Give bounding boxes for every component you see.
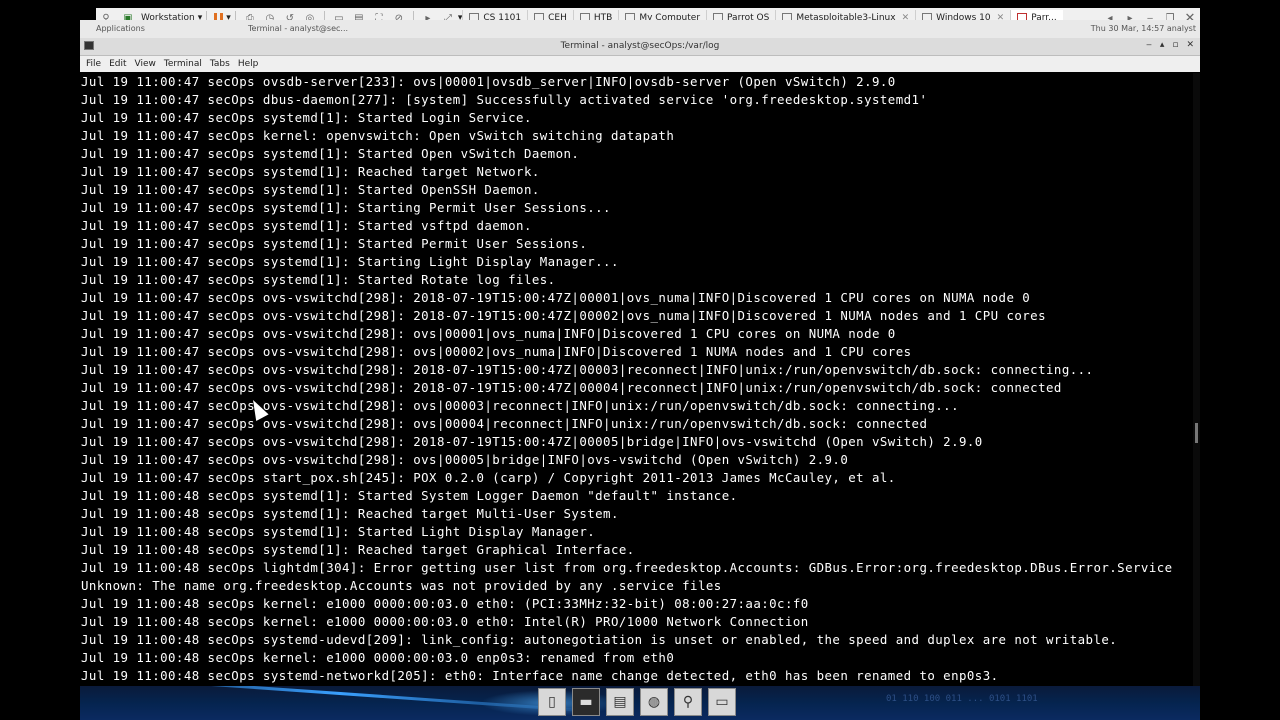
- log-line: Jul 19 11:00:47 secOps systemd[1]: Start…: [81, 182, 540, 197]
- files-icon[interactable]: ▤: [606, 688, 634, 716]
- scrollbar-thumb[interactable]: [1195, 423, 1198, 443]
- log-line: Jul 19 11:00:48 secOps systemd[1]: Start…: [81, 524, 596, 539]
- log-line: Jul 19 11:00:48 secOps systemd[1]: Reach…: [81, 542, 635, 557]
- menubar: File Edit View Terminal Tabs Help: [80, 56, 1200, 72]
- guest-taskbar: ▯ ▬ ▤ ◍ ⚲ ▭ 01 110 100 011 ... 0101 1101: [80, 686, 1200, 720]
- menu-tabs[interactable]: Tabs: [210, 59, 230, 69]
- menu-help[interactable]: Help: [238, 59, 259, 69]
- log-line: Jul 19 11:00:47 secOps start_pox.sh[245]…: [81, 470, 896, 485]
- log-line: Jul 19 11:00:47 secOps ovs-vswitchd[298]…: [81, 434, 983, 449]
- terminal-scrollbar[interactable]: [1193, 73, 1200, 686]
- log-line: Jul 19 11:00:47 secOps ovs-vswitchd[298]…: [81, 326, 896, 341]
- window-controls: ‒ ▴ ▫ ✕: [1146, 40, 1194, 50]
- log-line: Jul 19 11:00:48 secOps systemd-udevd[209…: [81, 632, 1118, 647]
- log-line: Jul 19 11:00:47 secOps ovs-vswitchd[298]…: [81, 416, 928, 431]
- applications-menu[interactable]: Applications: [96, 24, 145, 33]
- maximize-icon[interactable]: ▫: [1172, 40, 1178, 50]
- log-line: Jul 19 11:00:47 secOps ovs-vswitchd[298]…: [81, 380, 1062, 395]
- log-line: Jul 19 11:00:48 secOps kernel: e1000 000…: [81, 596, 809, 611]
- log-line: Jul 19 11:00:47 secOps systemd[1]: Reach…: [81, 164, 540, 179]
- terminal-icon[interactable]: ▬: [572, 688, 600, 716]
- log-line: Jul 19 11:00:47 secOps ovsdb-server[233]…: [81, 74, 896, 89]
- search-icon[interactable]: ⚲: [674, 688, 702, 716]
- shade-icon[interactable]: ▴: [1160, 40, 1165, 50]
- log-line: Jul 19 11:00:48 secOps kernel: e1000 000…: [81, 650, 675, 665]
- close-icon[interactable]: ✕: [1186, 40, 1194, 50]
- log-line: Jul 19 11:00:48 secOps lightdm[304]: Err…: [81, 560, 1173, 575]
- log-line: Jul 19 11:00:47 secOps ovs-vswitchd[298]…: [81, 290, 1031, 305]
- window-title: Terminal - analyst@secOps:/var/log: [560, 41, 720, 51]
- folder-icon[interactable]: ▭: [708, 688, 736, 716]
- log-line: Unknown: The name org.freedesktop.Accoun…: [81, 578, 722, 593]
- log-line: Jul 19 11:00:47 secOps systemd[1]: Start…: [81, 272, 556, 287]
- browser-icon[interactable]: ◍: [640, 688, 668, 716]
- wallpaper-text: 01 110 100 011 ... 0101 1101: [886, 694, 1038, 704]
- log-line: Jul 19 11:00:47 secOps ovs-vswitchd[298]…: [81, 362, 1094, 377]
- log-line: Jul 19 11:00:48 secOps systemd[1]: Reach…: [81, 506, 619, 521]
- log-line: Jul 19 11:00:47 secOps kernel: openvswit…: [81, 128, 675, 143]
- terminal-titlebar[interactable]: Terminal - analyst@secOps:/var/log ‒ ▴ ▫…: [80, 38, 1200, 56]
- taskbar-launchers: ▯ ▬ ▤ ◍ ⚲ ▭: [538, 688, 736, 716]
- minimize-icon[interactable]: ‒: [1146, 40, 1152, 50]
- log-line: Jul 19 11:00:47 secOps ovs-vswitchd[298]…: [81, 452, 849, 467]
- menu-file[interactable]: File: [86, 59, 101, 69]
- log-line: Jul 19 11:00:47 secOps systemd[1]: Start…: [81, 218, 532, 233]
- menu-terminal[interactable]: Terminal: [164, 59, 202, 69]
- log-line: Jul 19 11:00:47 secOps systemd[1]: Start…: [81, 236, 588, 251]
- log-line: Jul 19 11:00:48 secOps systemd-networkd[…: [81, 668, 999, 683]
- log-line: Jul 19 11:00:48 secOps systemd[1]: Start…: [81, 488, 738, 503]
- file-manager-icon[interactable]: ▯: [538, 688, 566, 716]
- log-line: Jul 19 11:00:47 secOps systemd[1]: Start…: [81, 110, 532, 125]
- log-line: Jul 19 11:00:47 secOps systemd[1]: Start…: [81, 200, 611, 215]
- panel-clock: Thu 30 Mar, 14:57 analyst: [1090, 24, 1196, 33]
- log-line: Jul 19 11:00:47 secOps ovs-vswitchd[298]…: [81, 308, 1046, 323]
- log-line: Jul 19 11:00:47 secOps dbus-daemon[277]:…: [81, 92, 928, 107]
- taskbar-terminal-task[interactable]: Terminal - analyst@sec...: [248, 24, 348, 33]
- log-line: Jul 19 11:00:47 secOps ovs-vswitchd[298]…: [81, 344, 912, 359]
- menu-view[interactable]: View: [135, 59, 156, 69]
- log-line: Jul 19 11:00:48 secOps kernel: e1000 000…: [81, 614, 809, 629]
- guest-top-panel: Applications Terminal - analyst@sec... T…: [80, 20, 1200, 38]
- terminal-output[interactable]: Jul 19 11:00:47 secOps ovsdb-server[233]…: [81, 73, 1193, 686]
- log-line: Jul 19 11:00:47 secOps systemd[1]: Start…: [81, 254, 619, 269]
- menu-edit[interactable]: Edit: [109, 59, 126, 69]
- log-line: Jul 19 11:00:47 secOps systemd[1]: Start…: [81, 146, 580, 161]
